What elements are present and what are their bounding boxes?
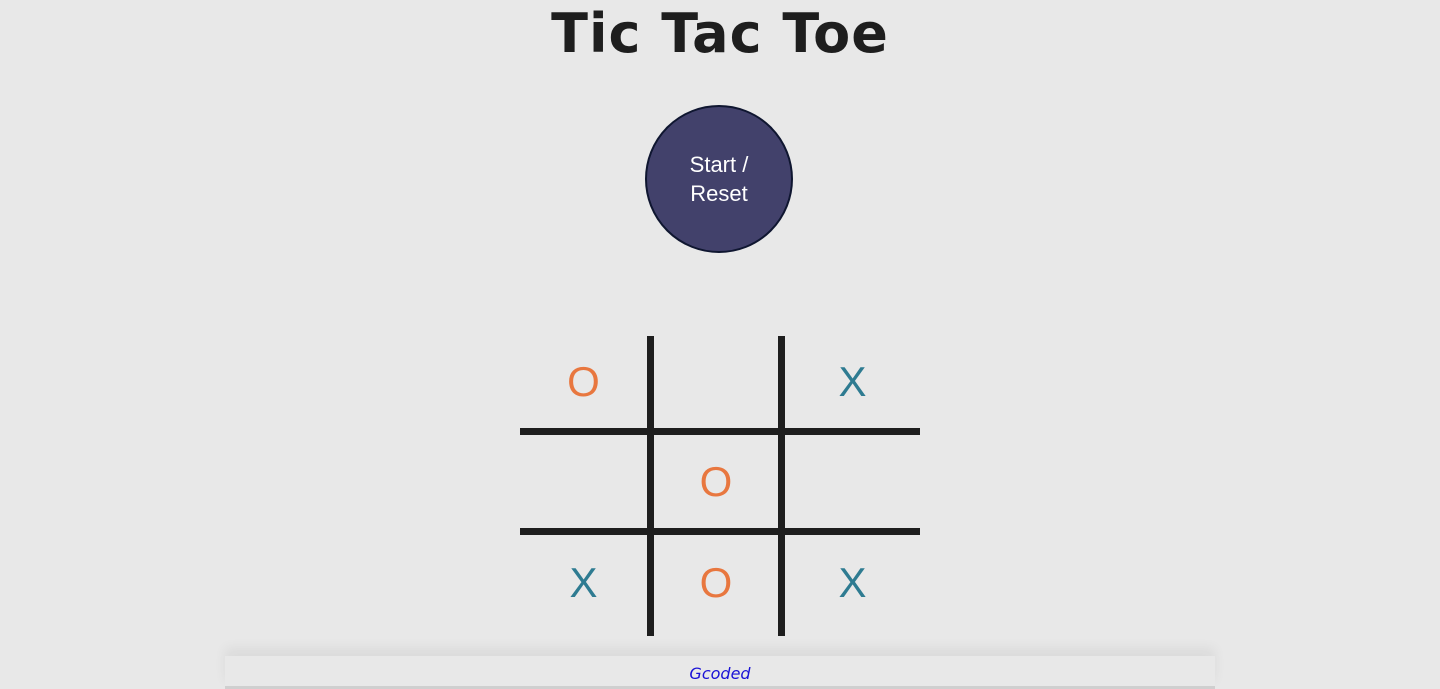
- board-cell-8[interactable]: O: [654, 535, 778, 630]
- page-title: Tic Tac Toe: [551, 2, 889, 65]
- grid-line-horizontal: [520, 528, 920, 535]
- board-cell-6[interactable]: [785, 435, 920, 528]
- board-cell-5[interactable]: O: [654, 435, 778, 528]
- board-cell-9[interactable]: X: [785, 535, 920, 630]
- board-cell-1[interactable]: O: [520, 336, 647, 428]
- board-cell-2[interactable]: [654, 336, 778, 428]
- grid-line-vertical: [778, 336, 785, 636]
- board-cell-3[interactable]: X: [785, 336, 920, 428]
- board-cell-7[interactable]: X: [520, 535, 647, 630]
- grid-line-horizontal: [520, 428, 920, 435]
- footer-credit-link[interactable]: Gcoded: [0, 664, 1440, 683]
- grid-line-vertical: [647, 336, 654, 636]
- board-cell-4[interactable]: [520, 435, 647, 528]
- start-reset-button[interactable]: Start / Reset: [645, 105, 793, 253]
- game-board: O X O X O X: [520, 336, 920, 636]
